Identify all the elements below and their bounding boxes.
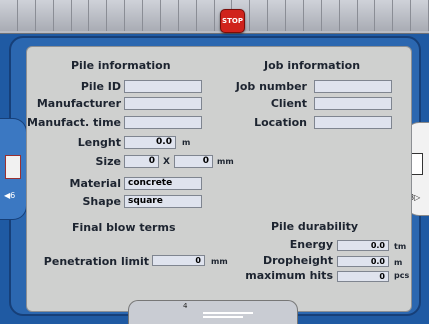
toolbar-slot[interactable] (286, 0, 304, 31)
toolbar-slot[interactable] (53, 0, 72, 31)
pile-id-field[interactable] (124, 80, 202, 93)
shape-label: Shape (82, 195, 121, 208)
manufacturer-field[interactable] (124, 97, 202, 110)
toolbar-slot[interactable] (35, 0, 54, 31)
dropheight-label: Dropheight (262, 254, 333, 267)
toolbar-slot[interactable] (107, 0, 126, 31)
length-field[interactable]: 0.0 (124, 136, 176, 149)
prev-page-tab[interactable]: ◀6 (0, 118, 27, 220)
client-label: Client (270, 97, 307, 110)
client-field[interactable] (314, 97, 392, 110)
toolbar-slot[interactable] (321, 0, 340, 31)
penetration-limit-label: Penetration limit (43, 255, 149, 268)
toolbar-slot[interactable] (125, 0, 143, 31)
size-x-field[interactable]: 0 (124, 155, 159, 168)
energy-unit: tm (394, 242, 407, 251)
toolbar-slot[interactable] (250, 0, 269, 31)
toolbar-slot[interactable] (196, 0, 215, 31)
penetration-limit-field[interactable]: 0 (152, 255, 205, 266)
size-separator: X (163, 157, 170, 167)
manufact-time-field[interactable] (124, 116, 202, 129)
toolbar-slot[interactable] (17, 0, 36, 31)
dropheight-field[interactable]: 0.0 (337, 256, 389, 267)
scroll-indicator (203, 312, 253, 314)
toolbar-slot[interactable] (339, 0, 358, 31)
document-icon (5, 155, 21, 179)
material-select[interactable]: concrete (124, 177, 202, 190)
toolbar-slot[interactable] (411, 0, 429, 31)
location-field[interactable] (314, 116, 392, 129)
job-info-heading: Job information (264, 59, 361, 72)
toolbar-slot[interactable] (375, 0, 394, 31)
length-unit: m (182, 138, 191, 147)
energy-field[interactable]: 0.0 (337, 240, 389, 251)
pile-form-panel: Pile information Pile ID Manufacturer Ma… (26, 46, 412, 312)
size-label: Size (95, 155, 121, 168)
bottom-page-count: 4 (183, 302, 188, 310)
material-label: Material (69, 177, 121, 190)
toolbar-slot[interactable] (143, 0, 161, 31)
job-number-label: Job number (235, 80, 307, 93)
max-hits-field[interactable]: 0 (337, 271, 389, 282)
toolbar-slot[interactable] (303, 0, 322, 31)
dropheight-unit: m (394, 258, 403, 267)
manufacturer-label: Manufacturer (36, 97, 121, 110)
toolbar-slot[interactable] (357, 0, 376, 31)
size-unit: mm (217, 157, 234, 166)
toolbar-slot[interactable] (160, 0, 179, 31)
stop-button[interactable]: STOP (220, 9, 245, 33)
final-blow-heading: Final blow terms (72, 221, 176, 234)
length-label: Lenght (77, 136, 121, 149)
scroll-indicator (203, 316, 243, 318)
top-toolbar (0, 0, 429, 34)
bottom-nav-bar[interactable]: 4 (128, 300, 298, 324)
job-number-field[interactable] (314, 80, 392, 93)
toolbar-slot[interactable] (393, 0, 412, 31)
energy-label: Energy (289, 238, 333, 251)
pile-id-label: Pile ID (80, 80, 121, 93)
toolbar-slot[interactable] (0, 0, 18, 31)
size-y-field[interactable]: 0 (174, 155, 213, 168)
max-hits-label: maximum hits (245, 269, 333, 282)
max-hits-unit: pcs (394, 271, 410, 280)
manufact-time-label: Manufact. time (27, 116, 121, 129)
toolbar-slot[interactable] (178, 0, 197, 31)
penetration-unit: mm (211, 257, 228, 266)
location-label: Location (254, 116, 307, 129)
pile-info-heading: Pile information (71, 59, 171, 72)
pile-durability-heading: Pile durability (271, 220, 359, 233)
shape-select[interactable]: square (124, 195, 202, 208)
toolbar-slot[interactable] (89, 0, 108, 31)
toolbar-slot[interactable] (268, 0, 286, 31)
prev-page-label: ◀6 (4, 191, 16, 200)
toolbar-slot[interactable] (71, 0, 90, 31)
